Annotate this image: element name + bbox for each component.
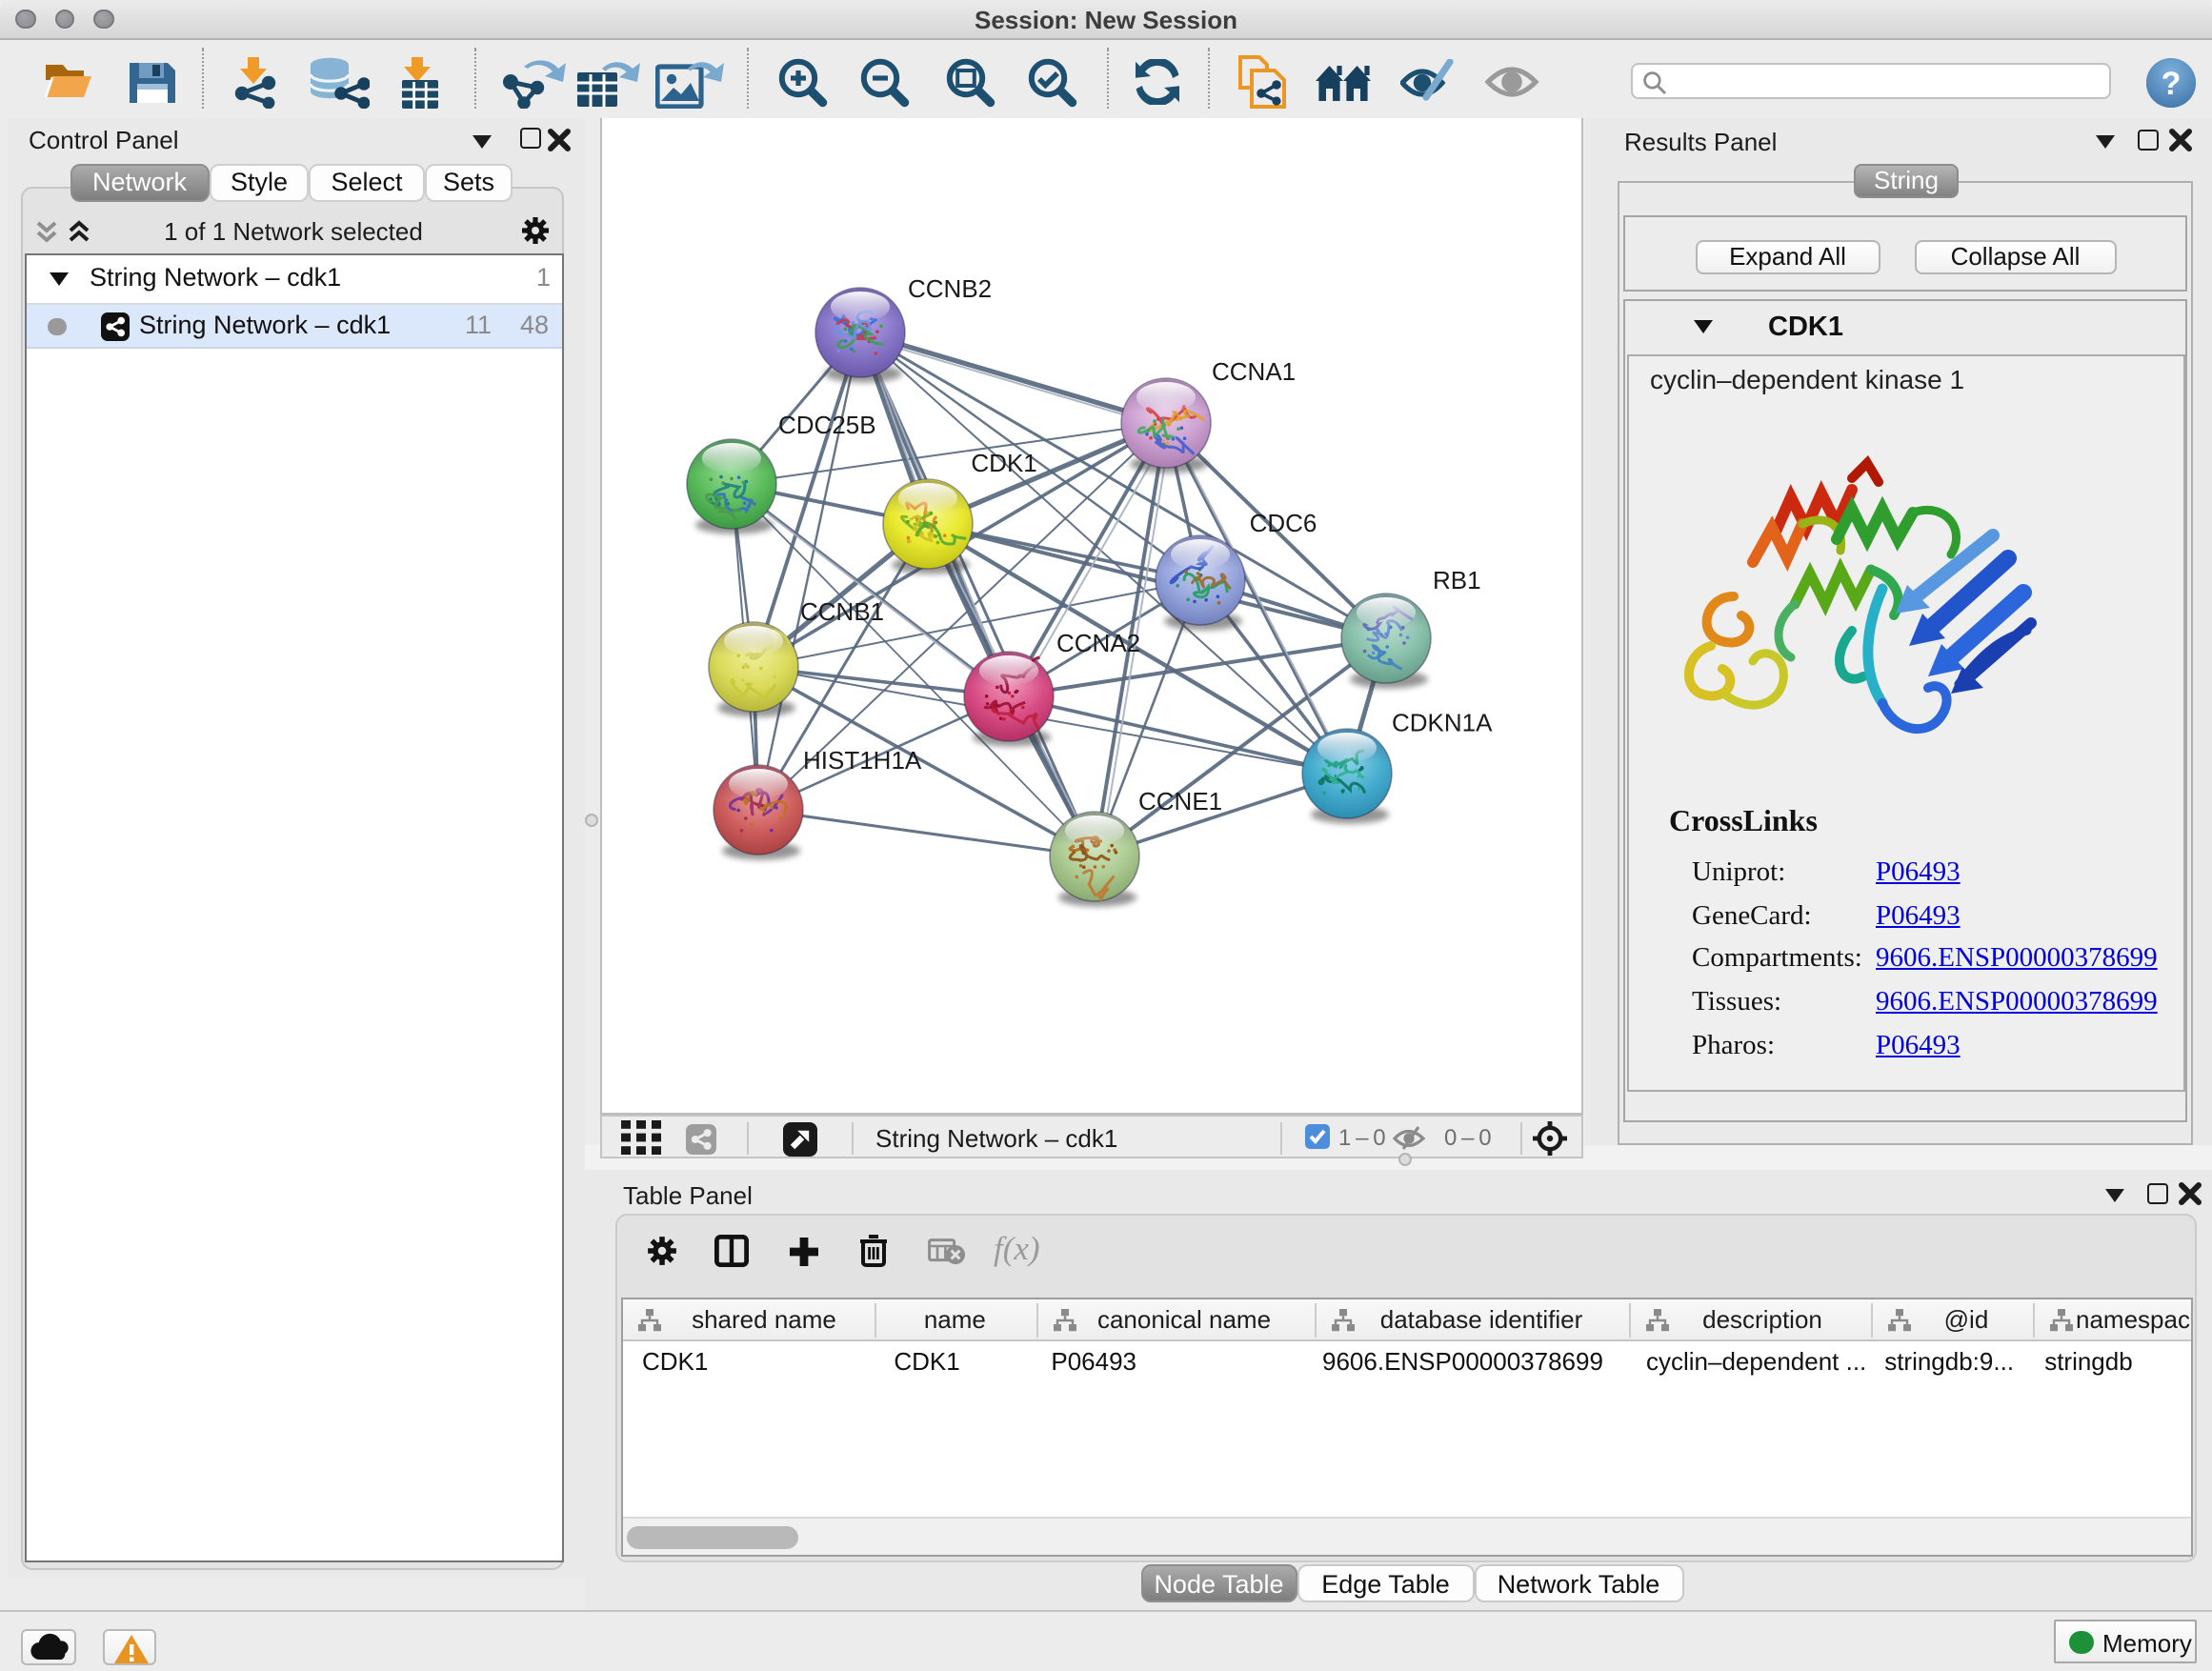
svg-text:RB1: RB1 (1432, 566, 1480, 594)
svg-text:CDC6: CDC6 (1249, 509, 1317, 537)
svg-text:?: ? (2162, 65, 2182, 101)
svg-text:CCNB2: CCNB2 (907, 274, 991, 303)
svg-text:CDC25B: CDC25B (777, 411, 875, 439)
svg-text:CCNE1: CCNE1 (1137, 787, 1221, 815)
svg-text:CDKN1A: CDKN1A (1391, 708, 1492, 736)
svg-text:CCNB1: CCNB1 (799, 597, 883, 626)
svg-text:CDK1: CDK1 (970, 449, 1036, 477)
svg-text:HIST1H1A: HIST1H1A (802, 746, 921, 775)
svg-text:CCNA1: CCNA1 (1211, 357, 1295, 386)
svg-text:CCNA2: CCNA2 (1056, 629, 1139, 657)
